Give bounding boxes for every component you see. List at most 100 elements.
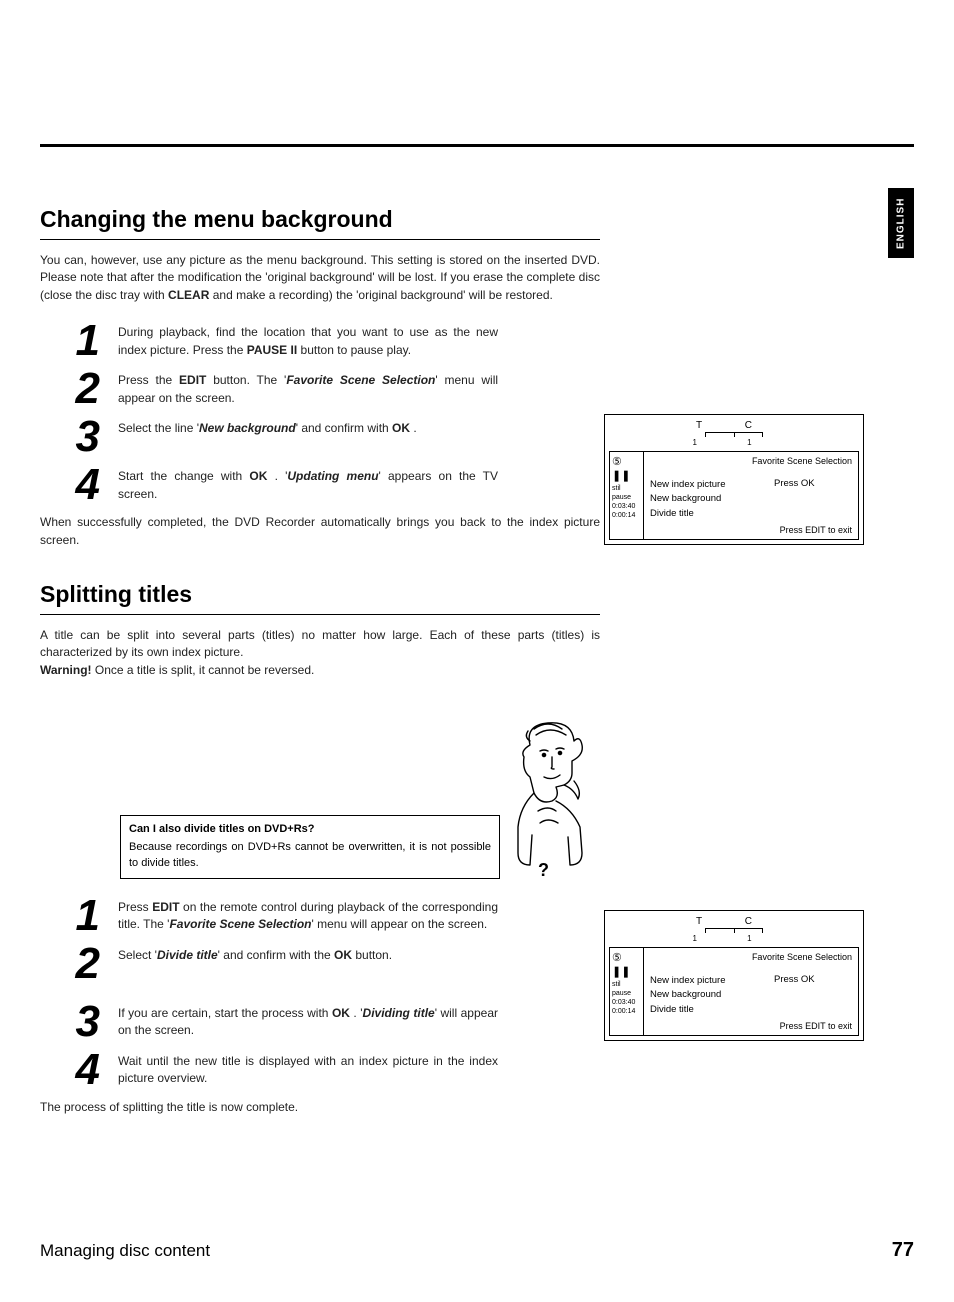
clear-key: CLEAR bbox=[168, 288, 209, 302]
text: Wait until the new title is displayed wi… bbox=[118, 1054, 498, 1085]
scale-letters: T C bbox=[696, 916, 772, 927]
osd-option: Divide title bbox=[650, 507, 852, 521]
step-number: 4 bbox=[40, 460, 100, 510]
osd-main: Favorite Scene Selection New index pictu… bbox=[644, 948, 858, 1035]
step-number: 1 bbox=[40, 316, 100, 366]
text: Select the line ' bbox=[118, 421, 199, 435]
side-text: stil pause bbox=[612, 484, 641, 502]
osd-scale: T C 1 1 bbox=[605, 415, 863, 451]
text: ' and confirm with bbox=[296, 421, 392, 435]
section2-heading: Splitting titles bbox=[40, 581, 600, 615]
section1-heading: Changing the menu background bbox=[40, 206, 600, 240]
scale-letters: T C bbox=[696, 420, 772, 431]
step-number: 2 bbox=[40, 364, 100, 414]
text: . ' bbox=[350, 1006, 363, 1020]
osd-hint: Press OK bbox=[774, 478, 815, 490]
footer-title: Managing disc content bbox=[40, 1241, 210, 1261]
scale-numbers: 1 1 bbox=[692, 934, 775, 943]
osd-hint: Press OK bbox=[774, 974, 815, 986]
step: 4 Wait until the new title is displayed … bbox=[40, 1051, 600, 1091]
text: Start the change with bbox=[118, 469, 249, 483]
step: 3 If you are certain, start the process … bbox=[40, 1003, 600, 1043]
text: If you are certain, start the process wi… bbox=[118, 1006, 332, 1020]
step-body: Start the change with OK . 'Updating men… bbox=[118, 466, 498, 503]
menu-name: Favorite Scene Selection bbox=[169, 917, 311, 931]
faq-answer: Because recordings on DVD+Rs cannot be o… bbox=[129, 841, 491, 869]
text: . bbox=[410, 421, 417, 435]
step: 1 During playback, find the location tha… bbox=[40, 322, 600, 362]
osd-title: Favorite Scene Selection bbox=[752, 952, 852, 964]
osd-title: Favorite Scene Selection bbox=[752, 456, 852, 468]
option-name: Divide title bbox=[157, 948, 218, 962]
text: Press the bbox=[118, 373, 179, 387]
faq-question: Can I also divide titles on DVD+Rs? bbox=[129, 822, 491, 838]
step-body: Wait until the new title is displayed wi… bbox=[118, 1051, 498, 1088]
step-number: 1 bbox=[40, 891, 100, 941]
osd-exit-hint: Press EDIT to exit bbox=[780, 525, 852, 537]
step-body: Press EDIT on the remote control during … bbox=[118, 897, 498, 934]
warning-label: Warning! bbox=[40, 663, 92, 677]
section2-closing: The process of splitting the title is no… bbox=[40, 1099, 600, 1116]
step-number: 4 bbox=[40, 1045, 100, 1095]
page-content: Changing the menu background You can, ho… bbox=[40, 206, 600, 1116]
pause-icon: ⑤ ❚❚ bbox=[612, 455, 641, 484]
step-body: Press the EDIT button. The 'Favorite Sce… bbox=[118, 370, 498, 407]
step-number: 3 bbox=[40, 412, 100, 462]
menu-name: Favorite Scene Selection bbox=[286, 373, 435, 387]
step-body: During playback, find the location that … bbox=[118, 322, 498, 359]
text: ' and confirm with the bbox=[218, 948, 334, 962]
section1-intro: You can, however, use any picture as the… bbox=[40, 252, 600, 304]
side-text: stil pause bbox=[612, 980, 641, 998]
page-footer: Managing disc content 77 bbox=[40, 1239, 914, 1262]
osd-sidebar: ⑤ ❚❚ stil pause 0:03:40 0:00:14 bbox=[610, 452, 644, 539]
osd-option: Divide title bbox=[650, 1003, 852, 1017]
step-body: Select 'Divide title' and confirm with t… bbox=[118, 945, 498, 964]
section1-closing: When successfully completed, the DVD Rec… bbox=[40, 514, 600, 549]
thinking-man-illustration bbox=[500, 715, 600, 875]
step: 2 Press the EDIT button. The 'Favorite S… bbox=[40, 370, 600, 410]
section2-intro: A title can be split into several parts … bbox=[40, 627, 600, 679]
status-name: Updating menu bbox=[287, 469, 378, 483]
side-text: 0:03:40 bbox=[612, 502, 641, 511]
edit-key: EDIT bbox=[179, 373, 206, 387]
osd-option: New index picture bbox=[650, 974, 852, 988]
status-name: Dividing title bbox=[363, 1006, 435, 1020]
osd-screen: T C 1 1 ⑤ ❚❚ stil pause 0:03:40 0:00:14 … bbox=[604, 910, 864, 1041]
step-body: If you are certain, start the process wi… bbox=[118, 1003, 498, 1040]
osd-sidebar: ⑤ ❚❚ stil pause 0:03:40 0:00:14 bbox=[610, 948, 644, 1035]
text: . ' bbox=[267, 469, 287, 483]
text: Select ' bbox=[118, 948, 157, 962]
text: and make a recording) the 'original back… bbox=[209, 288, 552, 302]
side-text: 0:03:40 bbox=[612, 998, 641, 1007]
osd-scale: T C 1 1 bbox=[605, 911, 863, 947]
step-number: 3 bbox=[40, 997, 100, 1047]
osd-screen: T C 1 1 ⑤ ❚❚ stil pause 0:03:40 0:00:14 … bbox=[604, 414, 864, 545]
step: 1 Press EDIT on the remote control durin… bbox=[40, 897, 600, 937]
faq-box: Can I also divide titles on DVD+Rs? Beca… bbox=[120, 815, 500, 879]
side-text: 0:00:14 bbox=[612, 511, 641, 520]
text: button. The ' bbox=[206, 373, 286, 387]
step: 4 Start the change with OK . 'Updating m… bbox=[40, 466, 600, 506]
edit-key: EDIT bbox=[152, 900, 179, 914]
language-tab: ENGLISH bbox=[888, 188, 914, 258]
text: ' menu will appear on the screen. bbox=[312, 917, 488, 931]
pause-key: PAUSE II bbox=[247, 343, 297, 357]
text: Press bbox=[118, 900, 152, 914]
warning-text: Once a title is split, it cannot be reve… bbox=[92, 663, 315, 677]
text: A title can be split into several parts … bbox=[40, 628, 600, 659]
step: 3 Select the line 'New background' and c… bbox=[40, 418, 600, 458]
top-rule bbox=[40, 144, 914, 147]
option-name: New background bbox=[199, 421, 296, 435]
step-body: Select the line 'New background' and con… bbox=[118, 418, 498, 437]
osd-option: New background bbox=[650, 988, 852, 1002]
step-number: 2 bbox=[40, 939, 100, 989]
osd-exit-hint: Press EDIT to exit bbox=[780, 1021, 852, 1033]
text: button. bbox=[352, 948, 392, 962]
ok-key: OK bbox=[249, 469, 267, 483]
text: button to pause play. bbox=[297, 343, 411, 357]
ok-key: OK bbox=[332, 1006, 350, 1020]
scale-numbers: 1 1 bbox=[692, 438, 775, 447]
pause-icon: ⑤ ❚❚ bbox=[612, 951, 641, 980]
osd-option: New background bbox=[650, 492, 852, 506]
ok-key: OK bbox=[334, 948, 352, 962]
